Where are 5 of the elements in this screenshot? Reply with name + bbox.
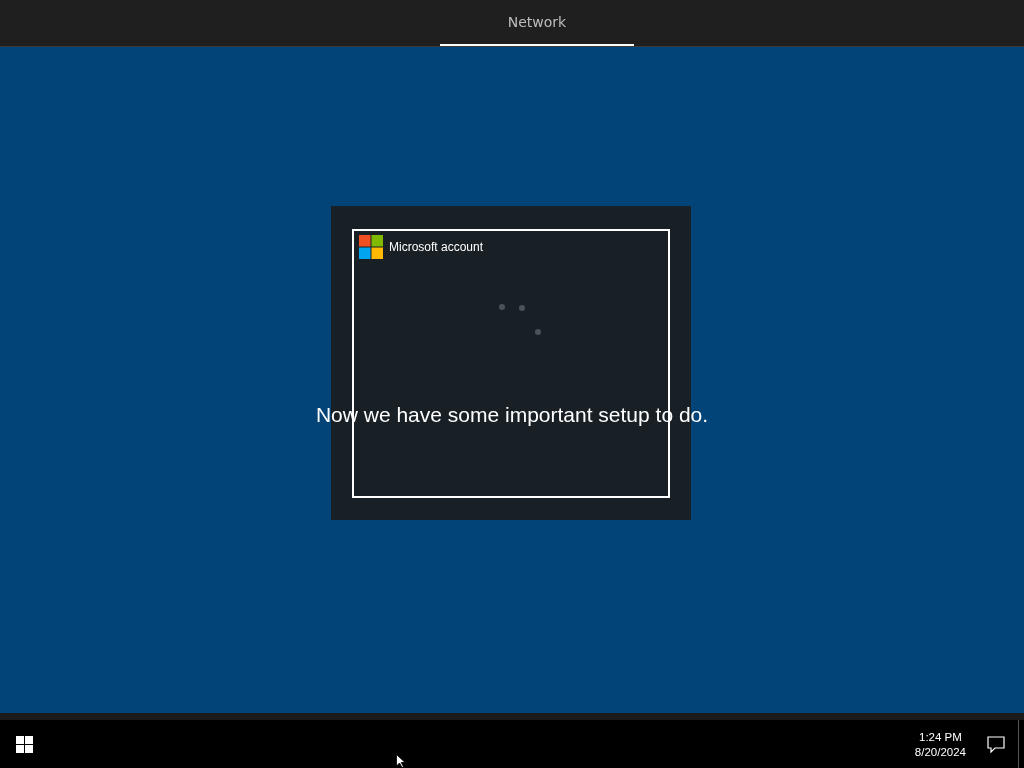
windows-logo-icon[interactable] [15, 735, 33, 753]
four-squares-logo-icon [359, 235, 383, 259]
clock[interactable]: 1:24 PM 8/20/2024 [906, 730, 974, 758]
dialog-title: Microsoft account [389, 240, 484, 254]
tab[interactable]: Network [440, 0, 634, 46]
